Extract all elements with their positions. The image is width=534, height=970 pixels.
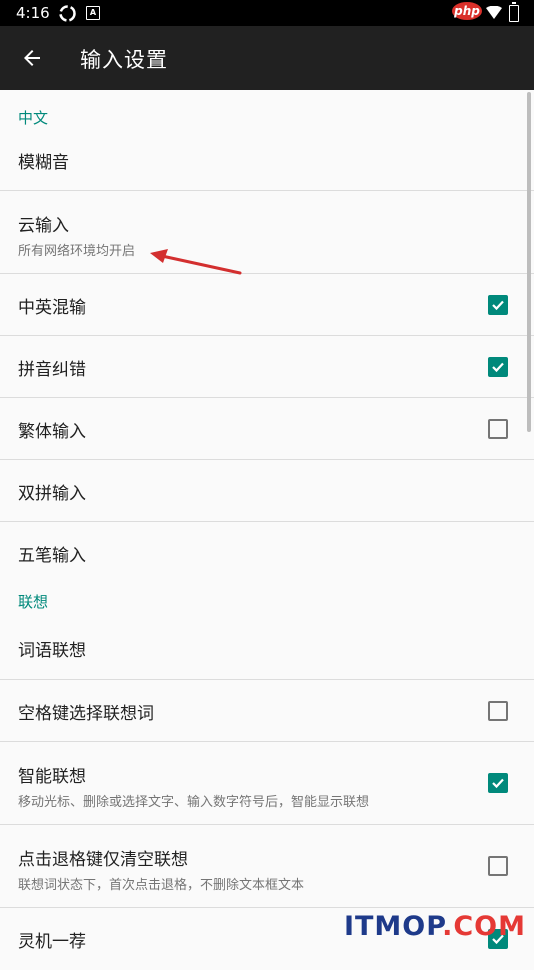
setting-title: 云输入 <box>18 216 69 236</box>
checkbox-unchecked[interactable] <box>488 418 508 439</box>
checkbox-checked[interactable] <box>488 773 508 793</box>
sync-icon <box>59 5 76 22</box>
checkbox-unchecked[interactable] <box>488 856 508 876</box>
setting-title: 繁体输入 <box>18 422 86 442</box>
setting-double-pinyin[interactable]: 双拼输入 <box>0 460 534 522</box>
setting-smart-association[interactable]: 智能联想 移动光标、删除或选择文字、输入数字符号后，智能显示联想 <box>0 742 534 825</box>
setting-word-association[interactable]: 词语联想 <box>0 620 534 680</box>
setting-title: 中英混输 <box>18 298 86 318</box>
setting-summary: 所有网络环境均开启 <box>18 244 136 259</box>
setting-title: 五笔输入 <box>18 546 86 566</box>
setting-cloud-input[interactable]: 云输入 所有网络环境均开启 <box>0 191 534 274</box>
app-bar: 输入设置 <box>0 26 534 90</box>
status-bar: 4:16 A php <box>0 0 534 26</box>
setting-summary: 移动光标、删除或选择文字、输入数字符号后，智能显示联想 <box>18 795 370 810</box>
scrollbar[interactable] <box>527 92 531 432</box>
setting-wubi-input[interactable]: 五笔输入 <box>0 522 534 584</box>
setting-mixed-input[interactable]: 中英混输 <box>0 274 534 336</box>
setting-title: 点击退格键仅清空联想 <box>18 850 188 870</box>
setting-title: 词语联想 <box>18 641 86 661</box>
setting-title: 智能联想 <box>18 767 86 787</box>
php-logo: php <box>452 2 482 20</box>
a-badge-icon: A <box>86 6 100 20</box>
battery-icon <box>509 2 519 22</box>
section-header-association: 联想 <box>18 593 49 611</box>
setting-traditional-input[interactable]: 繁体输入 <box>0 398 534 460</box>
setting-title: 模糊音 <box>18 153 69 173</box>
section-header-chinese: 中文 <box>18 109 49 127</box>
page-title: 输入设置 <box>80 48 168 72</box>
setting-fuzzy-pinyin[interactable]: 模糊音 <box>0 144 534 191</box>
checkbox-checked[interactable] <box>488 294 508 315</box>
setting-title: 拼音纠错 <box>18 360 86 380</box>
checkbox-unchecked[interactable] <box>488 700 508 721</box>
checkbox-checked[interactable] <box>488 356 508 377</box>
setting-space-select-association[interactable]: 空格键选择联想词 <box>0 680 534 742</box>
annotation-arrow-icon <box>150 249 242 275</box>
wifi-icon <box>486 6 502 19</box>
status-time: 4:16 <box>16 4 50 22</box>
itmop-watermark: ITMOP.COM <box>343 911 526 942</box>
setting-title: 空格键选择联想词 <box>18 704 154 724</box>
arrow-left-icon[interactable] <box>20 46 44 70</box>
setting-pinyin-correction[interactable]: 拼音纠错 <box>0 336 534 398</box>
setting-backspace-clear-association[interactable]: 点击退格键仅清空联想 联想词状态下，首次点击退格，不删除文本框文本 <box>0 825 534 908</box>
settings-list: 中文 模糊音 云输入 所有网络环境均开启 中英混输 拼音纠错 繁体输入 双拼输入… <box>0 90 534 970</box>
setting-title: 双拼输入 <box>18 484 86 504</box>
setting-summary: 联想词状态下，首次点击退格，不删除文本框文本 <box>18 878 305 893</box>
